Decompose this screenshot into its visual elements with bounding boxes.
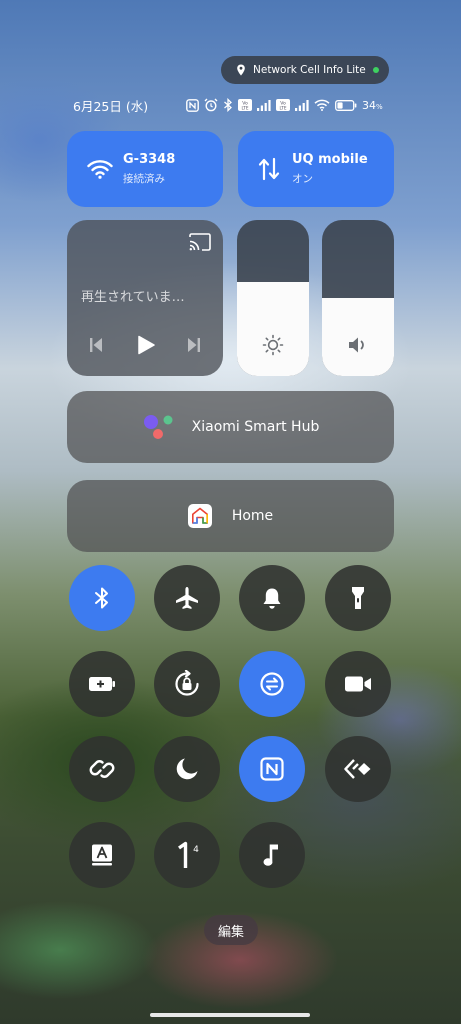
- mobile-data-arrows-icon: [258, 157, 280, 181]
- location-pin-icon: [237, 64, 245, 76]
- rotation-lock-toggle[interactable]: [154, 651, 220, 717]
- speaker-icon: [349, 337, 364, 353]
- one-handed-superscript: 4: [193, 845, 199, 855]
- bell-icon: [263, 588, 281, 609]
- rotation-lock-icon: [175, 670, 199, 696]
- home-label: Home: [231, 508, 274, 524]
- status-icons: Vo LTE Vo LTE 34%: [186, 96, 383, 114]
- volume-slider[interactable]: [322, 220, 394, 376]
- home-indicator[interactable]: [150, 1013, 310, 1017]
- svg-text:LTE: LTE: [280, 106, 287, 111]
- bluetooth-icon: [224, 98, 232, 112]
- airplane-mode-toggle[interactable]: [154, 565, 220, 631]
- screen-recorder-toggle[interactable]: [325, 651, 391, 717]
- signal-icon: [257, 99, 271, 111]
- media-now-playing: 再生されていま…: [81, 290, 185, 305]
- battery-value: 34: [362, 98, 376, 112]
- nearby-share-toggle[interactable]: [325, 736, 391, 802]
- home-button[interactable]: Home: [67, 480, 394, 552]
- brightness-icon: [262, 334, 284, 356]
- font-size-toggle[interactable]: [69, 822, 135, 888]
- link-toggle[interactable]: [69, 736, 135, 802]
- svg-text:LTE: LTE: [242, 106, 249, 111]
- bluetooth-toggle[interactable]: [69, 565, 135, 631]
- previous-track-icon[interactable]: [89, 337, 103, 353]
- music-note-icon: [263, 844, 278, 866]
- nfc-icon: [186, 98, 199, 112]
- volte-icon: Vo LTE: [276, 99, 290, 111]
- dark-mode-toggle[interactable]: [154, 736, 220, 802]
- font-icon: [92, 844, 112, 866]
- network-cell-info-label: Network Cell Info Lite: [253, 64, 366, 76]
- wifi-icon: [314, 99, 330, 111]
- moon-icon: [176, 758, 198, 780]
- video-camera-icon: [345, 676, 371, 692]
- mobile-tile-text: UQ mobile オン: [292, 152, 368, 186]
- sync-arrows-icon: [260, 672, 284, 696]
- flashlight-toggle[interactable]: [325, 565, 391, 631]
- next-track-icon[interactable]: [187, 337, 201, 353]
- smart-hub-label: Xiaomi Smart Hub: [191, 419, 320, 435]
- play-icon[interactable]: [137, 335, 155, 355]
- status-date: 6月25日 (水): [73, 99, 149, 114]
- volte-icon: Vo LTE: [238, 99, 252, 111]
- sound-toggle[interactable]: [239, 565, 305, 631]
- battery-saver-toggle[interactable]: [69, 651, 135, 717]
- battery-percent: 34%: [362, 99, 383, 112]
- carrier-name: UQ mobile: [292, 152, 368, 167]
- wifi-icon: [87, 160, 113, 179]
- wifi-tile-text: G-3348 接続済み: [123, 152, 175, 186]
- smart-hub-logo-icon: [143, 415, 173, 439]
- bluetooth-icon: [95, 587, 108, 609]
- cast-icon[interactable]: [189, 233, 211, 251]
- brightness-level: [237, 282, 309, 376]
- google-home-logo-icon: [187, 504, 212, 528]
- media-player[interactable]: 再生されていま…: [67, 220, 223, 376]
- one-handed-icon: 4: [178, 841, 199, 868]
- data-saver-toggle[interactable]: [239, 651, 305, 717]
- wifi-tile[interactable]: G-3348 接続済み: [67, 131, 223, 207]
- battery-icon: [335, 99, 357, 111]
- edit-button[interactable]: 編集: [204, 915, 258, 945]
- nearby-share-icon: [344, 759, 371, 779]
- mobile-status: オン: [292, 173, 313, 185]
- brightness-slider[interactable]: [237, 220, 309, 376]
- alarm-icon: [204, 98, 218, 112]
- battery-unit: %: [376, 102, 383, 111]
- wifi-network-name: G-3348: [123, 152, 176, 167]
- link-icon: [89, 760, 115, 778]
- network-cell-info-pill[interactable]: Network Cell Info Lite: [221, 56, 389, 84]
- nfc-icon: [260, 757, 284, 781]
- wifi-status: 接続済み: [123, 173, 165, 185]
- flashlight-icon: [352, 587, 364, 609]
- nfc-toggle[interactable]: [239, 736, 305, 802]
- status-dot: [372, 67, 379, 73]
- signal-icon: [295, 99, 309, 111]
- airplane-icon: [176, 587, 198, 609]
- one-handed-mode-toggle[interactable]: 4: [154, 822, 220, 888]
- mobile-data-tile[interactable]: UQ mobile オン: [238, 131, 394, 207]
- battery-saver-icon: [89, 677, 115, 691]
- xiaomi-smart-hub-button[interactable]: Xiaomi Smart Hub: [67, 391, 394, 463]
- music-toggle[interactable]: [239, 822, 305, 888]
